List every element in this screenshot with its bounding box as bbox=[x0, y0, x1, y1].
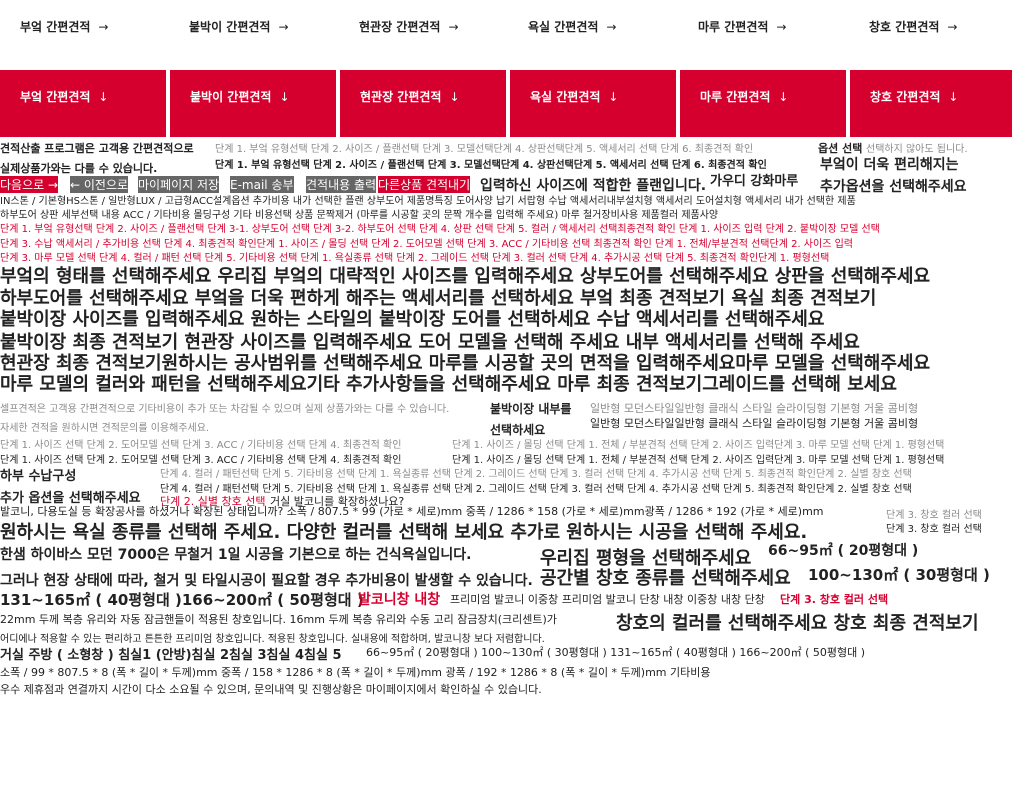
email-button[interactable]: E-mail 송부 bbox=[230, 176, 294, 193]
entrance-steps: 단계 1. 사이즈 선택 단계 2. 도어모델 선택 단계 3. ACC / 기… bbox=[0, 455, 402, 466]
entrance-steps-grey: 단계 1. 사이즈 선택 단계 2. 도어모델 선택 단계 3. ACC / 기… bbox=[0, 440, 402, 451]
hibath-desc: 한샘 하이바스 모던 7000은 무철거 1일 시공을 기본으로 하는 건식욕실… bbox=[0, 547, 472, 563]
kitchen-steps-active: 단계 1. 부엌 유형선택 단계 2. 사이즈 / 플랜선택 단계 3. 모델선… bbox=[215, 160, 767, 171]
floor-steps: 단계 1. 사이즈 / 몰딩 선택 단계 1. 전체 / 부분견적 선택 단계 … bbox=[452, 455, 945, 466]
arrow-down-icon: ↓ bbox=[948, 90, 959, 104]
size-30: 100~130㎡ ( 30평형대 ) bbox=[808, 566, 990, 584]
red-nav-item-kitchen[interactable]: 부엌 간편견적 ↓ bbox=[0, 70, 166, 137]
window-glass-desc: 22mm 두께 복층 유리와 자동 잠금핸들이 적용된 창호입니다. 16mm … bbox=[0, 613, 557, 626]
floor-size-spec: 소폭 / 99 * 807.5 * 8 (폭 * 길이 * 두께)mm 중폭 /… bbox=[0, 666, 711, 679]
red-nav-item-bathroom[interactable]: 욕실 간편견적 ↓ bbox=[510, 70, 676, 137]
balcony-expand-info: 발코니, 다용도실 등 확장공사를 하셨거나 확장된 상태입니까? 소폭 / 8… bbox=[0, 505, 824, 518]
red-nav-item-entrance[interactable]: 현관장 간편견적 ↓ bbox=[340, 70, 506, 137]
top-nav-item-window[interactable]: 창호 간편견적 → bbox=[869, 18, 957, 35]
extra-cost-note: 그러나 현장 상태에 따라, 철거 및 타일시공이 필요할 경우 추가비용이 발… bbox=[0, 573, 533, 589]
top-nav-item-floor[interactable]: 마루 간편견적 → bbox=[698, 18, 786, 35]
save-mypage-button[interactable]: 마이페이지 저장 bbox=[138, 176, 220, 193]
intro-text: 견적산출 프로그램은 고객용 간편견적으로 bbox=[0, 142, 194, 155]
next-button[interactable]: 다음으로 → bbox=[0, 176, 59, 193]
window-color-step-red: 단계 3. 창호 컬러 선택 bbox=[780, 593, 889, 606]
window-color-step: 단계 3. 창호 컬러 선택 bbox=[886, 524, 982, 535]
closet-style-grey: 일반형 모던스타일일반형 클래식 스타일 슬라이딩형 기본형 거울 콤비형 bbox=[590, 402, 919, 415]
red-nav-item-window[interactable]: 창호 간편견적 ↓ bbox=[850, 70, 1012, 137]
self-estimate-note: 셀프견적은 고객용 간편견적으로 기타비용이 추가 또는 차감될 수 있으며 실… bbox=[0, 404, 450, 415]
other-product-button[interactable]: 다른상품 견적내기 bbox=[378, 176, 471, 193]
window-color-step-grey: 단계 3. 창호 컬러 선택 bbox=[886, 510, 982, 521]
top-nav-item-kitchen[interactable]: 부엌 간편견적 → bbox=[20, 18, 108, 35]
price-note: 실제상품가와는 다를 수 있습니다. bbox=[0, 162, 158, 175]
optional-note: 선택하지 않아도 됩니다. bbox=[866, 144, 968, 155]
closet-style-options: 일반형 모던스타일일반형 클래식 스타일 슬라이딩형 기본형 거울 콤비형 bbox=[590, 417, 919, 430]
closet-inner-label: 붙박이장 내부를 bbox=[490, 402, 572, 416]
top-nav-item-entrance[interactable]: 현관장 간편견적 → bbox=[359, 18, 459, 35]
select-window-type-heading: 공간별 창호 종류를 선택해주세요 bbox=[540, 568, 791, 589]
floor-model-text: 가우디 강화마루 bbox=[710, 174, 799, 189]
detailed-estimate-note: 자세한 견적을 원하시면 견적문의를 이용해주세요. bbox=[0, 423, 210, 434]
arrow-down-icon: ↓ bbox=[778, 90, 789, 104]
room-list: 거실 주방 ( 소형창 ) 침실1 (안방)침실 2침실 3침실 4침실 5 bbox=[0, 648, 342, 663]
window-color-heading: 창호의 컬러를 선택해주세요 창호 최종 견적보기 bbox=[616, 613, 979, 634]
partner-note: 우수 제휴점과 연결까지 시간이 다소 소요될 수 있으며, 문의내역 및 진행… bbox=[0, 683, 542, 696]
arrow-down-icon: ↓ bbox=[608, 90, 619, 104]
kitchen-steps: 단계 1. 부엌 유형선택 단계 2. 사이즈 / 플랜선택 단계 3. 모델선… bbox=[215, 144, 754, 155]
lower-storage-label: 하부 수납구성 bbox=[0, 469, 77, 484]
size-40-50: 131~165㎡ ( 40평형대 )166~200㎡ ( 50평형대 ) bbox=[0, 591, 364, 609]
kitchen-convenience-text: 부엌이 더욱 편리해지는 bbox=[820, 157, 959, 173]
top-nav-item-bathroom[interactable]: 욕실 간편견적 → bbox=[528, 18, 616, 35]
arrow-right-icon: → bbox=[448, 20, 459, 34]
balcony-window-inner[interactable]: 발코니창 내창 bbox=[358, 589, 440, 609]
arrow-down-icon: ↓ bbox=[279, 90, 290, 104]
arrow-right-icon: → bbox=[98, 20, 109, 34]
window-premium-desc: 어디에나 적용할 수 있는 편리하고 튼튼한 프리미엄 창호입니다. 적용된 창… bbox=[0, 634, 545, 645]
arrow-right-icon: → bbox=[947, 20, 958, 34]
arrow-down-icon: ↓ bbox=[449, 90, 460, 104]
prev-button[interactable]: ← 이전으로 bbox=[70, 176, 129, 193]
window-type-options: 프리미엄 발코니 이중창 프리미엄 발코니 단창 내창 이중창 내창 단창 bbox=[450, 593, 765, 606]
top-nav-item-closet[interactable]: 붙박이 간편견적 → bbox=[189, 18, 289, 35]
arrow-right-icon: → bbox=[278, 20, 289, 34]
print-estimate-button[interactable]: 견적내용 출력 bbox=[306, 176, 377, 193]
size-options: 66~95㎡ ( 20평형대 ) 100~130㎡ ( 30평형대 ) 131~… bbox=[366, 646, 866, 659]
floor-steps-grey: 단계 1. 사이즈 / 몰딩 선택 단계 1. 전체 / 부분견적 선택 단계 … bbox=[452, 440, 945, 451]
bathroom-headline: 원하시는 욕실 종류를 선택해 주세요. 다양한 컬러를 선택해 보세요 추가로… bbox=[0, 522, 808, 543]
steps-red-2: 단계 3. 수납 액세서리 / 추가비용 선택 단계 4. 최종견적 확인단계 … bbox=[0, 239, 853, 250]
red-nav-item-closet[interactable]: 붙박이 간편견적 ↓ bbox=[170, 70, 336, 137]
steps-red-1: 단계 1. 부엌 유형선택 단계 2. 사이즈 / 플랜선택 단계 3-1. 상… bbox=[0, 224, 880, 235]
product-spec-line: IN스톤 / 기본형HS스톤 / 일반형LUX / 고급형ACC설계옵션 추가비… bbox=[0, 196, 856, 207]
size-20: 66~95㎡ ( 20평형대 ) bbox=[768, 543, 919, 559]
arrow-right-icon: → bbox=[776, 20, 787, 34]
red-nav-item-floor[interactable]: 마루 간편견적 ↓ bbox=[680, 70, 846, 137]
bath-steps-grey: 단계 4. 컬러 / 패턴선택 단계 5. 기타비용 선택 단계 1. 욕실종류… bbox=[160, 469, 912, 480]
heading-floor-2: 마루 모델의 컬러와 패턴을 선택해주세요기타 추가사항들을 선택해주세요 마루… bbox=[0, 374, 897, 395]
detail-spec-line: 하부도어 상판 세부선택 내용 ACC / 기타비용 몰딩구성 기타 비용선택 … bbox=[0, 210, 719, 221]
arrow-right-icon: → bbox=[606, 20, 617, 34]
arrow-down-icon: ↓ bbox=[98, 90, 109, 104]
